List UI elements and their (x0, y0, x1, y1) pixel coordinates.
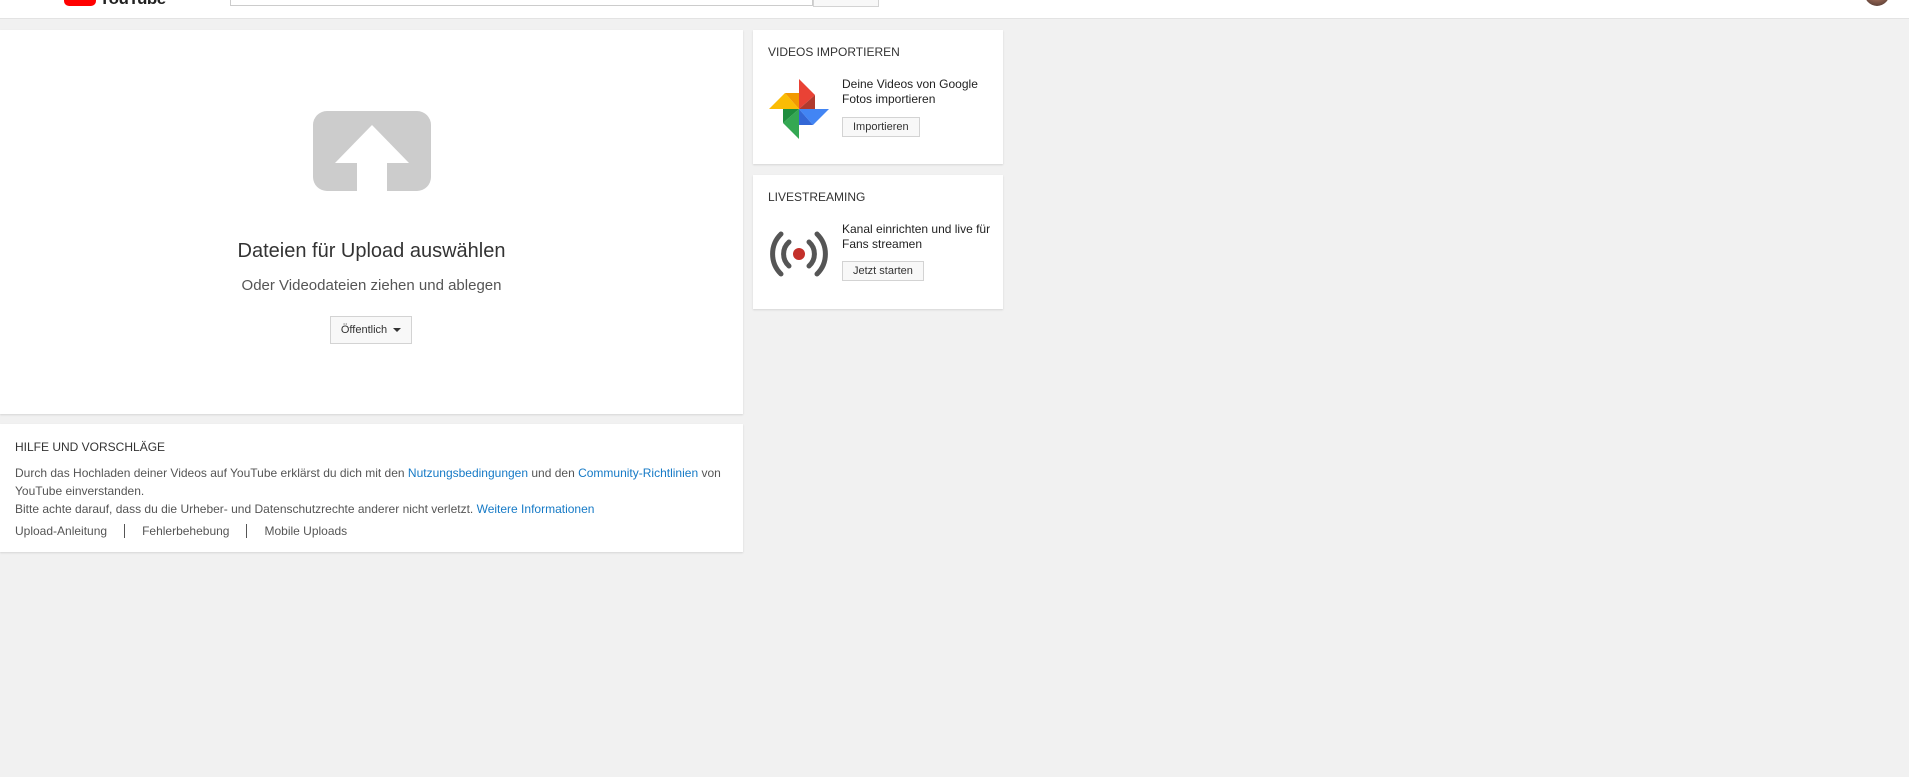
upload-subtitle: Oder Videodateien ziehen und ablegen (241, 277, 502, 294)
live-broadcast-icon (770, 231, 828, 277)
divider (124, 524, 126, 538)
terms-link[interactable]: Nutzungsbedingungen (408, 466, 528, 480)
community-guidelines-link[interactable]: Community-Richtlinien (578, 466, 698, 480)
youtube-logo-icon[interactable] (64, 0, 96, 6)
import-text: Deine Videos von Google Fotos importiere… (842, 77, 978, 106)
more-info-link[interactable]: Weitere Informationen (477, 502, 595, 516)
livestreaming-card: LIVESTREAMING Kanal einrichten und live … (753, 175, 1003, 309)
upload-card: Dateien für Upload auswählen Oder Videod… (0, 30, 743, 414)
google-photos-pinwheel-icon (769, 79, 829, 139)
help-text-part: und den (528, 466, 579, 480)
privacy-dropdown-button[interactable]: Öffentlich (330, 316, 412, 344)
help-card: HILFE UND VORSCHLÄGE Durch das Hochladen… (0, 424, 743, 552)
import-title: VIDEOS IMPORTIEREN (768, 45, 900, 59)
avatar[interactable] (1864, 0, 1890, 6)
youtube-logo-text[interactable]: YouTube (99, 0, 166, 8)
import-button[interactable]: Importieren (842, 117, 920, 137)
help-links: Upload-Anleitung Fehlerbehebung Mobile U… (15, 524, 347, 538)
help-text-part: Bitte achte darauf, dass du die Urheber-… (15, 502, 477, 516)
mobile-uploads-link[interactable]: Mobile Uploads (264, 524, 347, 538)
help-text: Durch das Hochladen deiner Videos auf Yo… (15, 464, 730, 518)
help-text-part: Durch das Hochladen deiner Videos auf Yo… (15, 466, 408, 480)
upload-guide-link[interactable]: Upload-Anleitung (15, 524, 107, 538)
divider (246, 524, 248, 538)
upload-icon[interactable] (313, 111, 431, 191)
import-videos-card: VIDEOS IMPORTIEREN Deine Videos von Goog… (753, 30, 1003, 164)
privacy-label: Öffentlich (340, 324, 388, 336)
top-bar: YouTube (0, 0, 1909, 19)
livestreaming-text: Kanal einrichten und live für Fans strea… (842, 222, 991, 251)
help-title: HILFE UND VORSCHLÄGE (15, 440, 166, 454)
upload-title[interactable]: Dateien für Upload auswählen (0, 240, 743, 263)
livestreaming-title: LIVESTREAMING (768, 190, 866, 204)
troubleshooting-link[interactable]: Fehlerbehebung (142, 524, 229, 538)
search-input[interactable] (230, 0, 813, 6)
caret-down-icon (393, 328, 402, 332)
search-button[interactable] (813, 0, 879, 7)
start-livestream-button[interactable]: Jetzt starten (842, 261, 924, 281)
